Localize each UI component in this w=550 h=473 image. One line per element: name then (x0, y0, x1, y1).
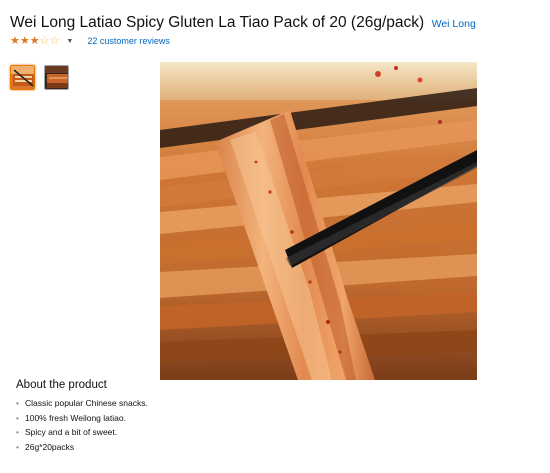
star-empty-icon: ☆ (39, 35, 50, 47)
bullet-icon: • (16, 427, 19, 438)
star-full-icon: ★ (10, 35, 20, 47)
product-title-row: Wei Long Latiao Spicy Gluten La Tiao Pac… (10, 14, 540, 32)
latiao-strip-thumbnail-image (45, 66, 68, 89)
list-item: • 100% fresh Weilong latiao. (16, 411, 148, 426)
rating-chevron-down-icon[interactable]: ▼ (66, 38, 73, 45)
star-rating[interactable]: ★ ★ ★ ☆ ☆ (10, 35, 59, 47)
thumbnail-1[interactable] (10, 65, 35, 90)
list-item: • Classic popular Chinese snacks. (16, 396, 148, 411)
about-product-bullet-list: • Classic popular Chinese snacks. • 100% f… (16, 396, 148, 454)
bullet-text: Classic popular Chinese snacks. (24, 398, 148, 408)
bullet-icon: • (16, 412, 19, 423)
latiao-held-by-chopsticks-image (160, 62, 477, 380)
bullet-text: 100% fresh Weilong latiao. (24, 412, 126, 423)
list-item: • Spicy and a bit of sweet. (16, 425, 148, 440)
star-full-icon: ★ (29, 35, 40, 47)
bullet-icon: • (16, 441, 19, 452)
thumbnail-2[interactable] (44, 65, 69, 90)
list-item: • 26g*20packs (16, 440, 148, 455)
star-full-icon: ★ (19, 35, 30, 47)
star-empty-icon: ☆ (49, 35, 60, 47)
rating-row: ★ ★ ★ ☆ ☆ ▼ 22 customer reviews (10, 34, 170, 48)
bullet-icon: • (16, 398, 19, 408)
about-product-heading: About the product (16, 379, 107, 391)
brand-link[interactable]: Wei Long (432, 18, 476, 30)
product-title: Wei Long Latiao Spicy Gluten La Tiao Pac… (10, 14, 425, 31)
latiao-pack-thumbnail-image (11, 66, 34, 89)
bullet-text: Spicy and a bit of sweet. (24, 427, 118, 438)
bullet-text: 26g*20packs (24, 441, 75, 452)
main-product-image[interactable] (160, 62, 477, 380)
customer-reviews-link[interactable]: 22 customer reviews (87, 36, 170, 46)
